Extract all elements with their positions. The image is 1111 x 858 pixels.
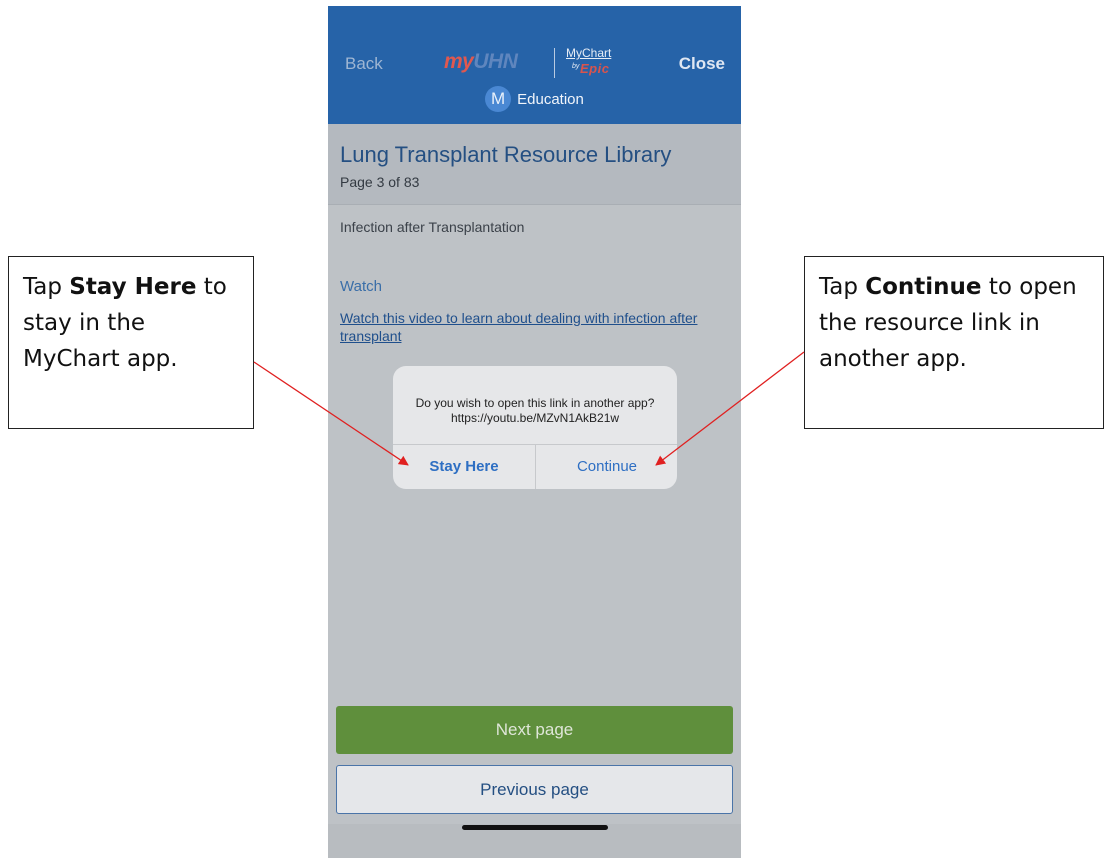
close-button[interactable]: Close: [679, 54, 725, 74]
dialog-message: Do you wish to open this link in another…: [415, 396, 655, 425]
mychart-epic-logo: MyChart by Epic: [566, 46, 622, 80]
logo-divider: [554, 48, 555, 78]
phone-screen: Back myUHN MyChart by Epic Close M Educat…: [328, 6, 741, 858]
callout-stay-here: Tap Stay Here to stay in the MyChart app…: [8, 256, 254, 429]
open-link-dialog: Do you wish to open this link in another…: [393, 366, 677, 489]
stay-here-button[interactable]: Stay Here: [393, 445, 535, 489]
logo-my-text: my: [444, 50, 474, 73]
back-button[interactable]: Back: [345, 54, 383, 74]
callout-right-bold: Continue: [865, 274, 982, 300]
top-bar: Back myUHN MyChart by Epic Close M Educat…: [328, 6, 741, 124]
previous-page-button[interactable]: Previous page: [336, 765, 733, 814]
page-counter: Page 3 of 83: [340, 174, 420, 190]
home-indicator[interactable]: [462, 825, 608, 830]
callout-continue: Tap Continue to open the resource link i…: [804, 256, 1104, 429]
library-header: Lung Transplant Resource Library Page 3 …: [328, 124, 741, 205]
myuhn-logo: myUHN: [444, 50, 518, 74]
education-icon: M: [485, 86, 512, 112]
logo-mychart-text: MyChart: [566, 46, 612, 60]
callout-left-bold: Stay Here: [69, 274, 197, 300]
next-page-button[interactable]: Next page: [336, 706, 733, 754]
topic-title: Infection after Transplantation: [340, 219, 525, 235]
continue-button[interactable]: Continue: [536, 445, 677, 489]
callout-left-pre: Tap: [23, 274, 70, 300]
logo-uhn-text: UHN: [473, 50, 518, 73]
page-title: Lung Transplant Resource Library: [340, 142, 672, 167]
logo-epic-text: Epic: [580, 61, 610, 76]
watch-heading: Watch: [340, 278, 382, 295]
section-header: M Education: [328, 86, 741, 114]
callout-right-pre: Tap: [819, 274, 866, 300]
logo-by-text: by: [572, 63, 580, 70]
video-link[interactable]: Watch this video to learn about dealing …: [340, 309, 700, 345]
section-label: Education: [517, 90, 584, 108]
